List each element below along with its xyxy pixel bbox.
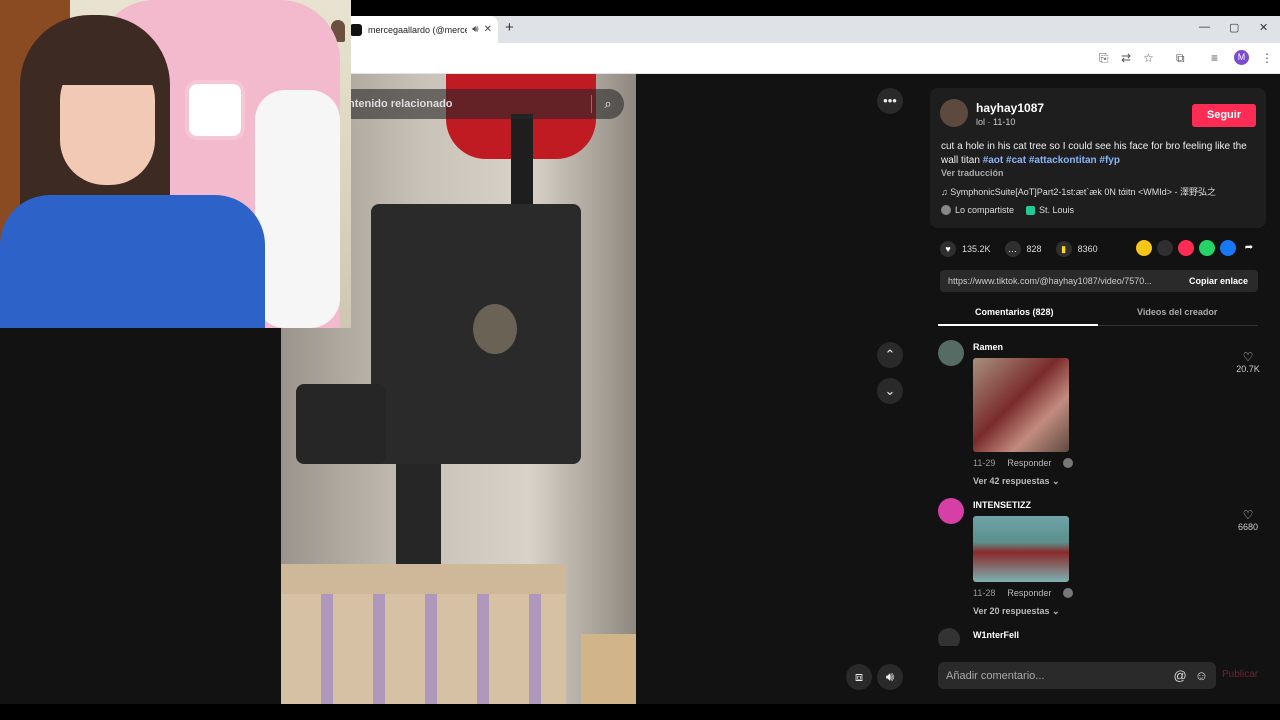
comment-item: INTENSETIZZ 11-28 Responder Ver 20 respu… [938, 498, 1268, 618]
copy-link-button[interactable]: Copiar enlace [1179, 276, 1258, 286]
hashtags[interactable]: #aot #cat #attackontitan #fyp [983, 155, 1120, 166]
send-icon[interactable] [1178, 240, 1194, 256]
save-stat[interactable]: ▮ 8360 [1055, 241, 1098, 257]
shared-avatar [941, 205, 951, 215]
reply-button[interactable]: Responder [1007, 588, 1051, 598]
menu-icon[interactable]: ⋮ [1261, 51, 1273, 65]
minimize-button[interactable]: — [1199, 21, 1210, 33]
bookmark-star-icon[interactable]: ☆ [1143, 51, 1154, 65]
profile-avatar[interactable]: M [1234, 50, 1249, 65]
commenter-name[interactable]: Ramen [973, 342, 1003, 352]
heart-icon[interactable]: ♥ [940, 241, 956, 257]
comment-image[interactable] [973, 516, 1069, 582]
streamer-shirt [0, 195, 265, 328]
video-url[interactable]: https://www.tiktok.com/@hayhay1087/video… [940, 276, 1179, 286]
heart-outline-icon[interactable]: ♡ [1228, 508, 1268, 522]
music-note-icon: ♫ [941, 187, 951, 197]
tiktok-favicon-icon [350, 23, 362, 36]
location-icon [1026, 205, 1036, 215]
like-stat[interactable]: ♥ 135.2K [940, 241, 991, 257]
creator-avatar[interactable] [940, 99, 968, 127]
related-search-bar[interactable]: ntenido relacionado ⌕ [330, 89, 624, 119]
publish-button[interactable]: Publicar [1222, 669, 1258, 680]
comment-like[interactable]: ♡ 20.7K [1228, 350, 1268, 374]
search-input[interactable]: ntenido relacionado [348, 98, 591, 110]
commenter-avatar[interactable] [938, 498, 964, 524]
share-arrow-icon[interactable]: ➦ [1241, 240, 1257, 256]
panel-tabs: Comentarios (828) Videos del creador [938, 304, 1258, 326]
more-options-button[interactable]: ••• [877, 88, 903, 114]
comment-item: W1nterFell [938, 628, 1268, 646]
post-info-card: hayhay1087 lol · 11-10 Seguir cut a hole… [930, 88, 1266, 228]
share-buttons: ➦ [1136, 240, 1257, 256]
shared-label: Lo compartiste [955, 205, 1015, 215]
creator-liked-avatar [1063, 458, 1074, 468]
comment-list[interactable]: Ramen 11-29 Responder Ver 42 respuestas … [916, 336, 1280, 646]
view-replies-button[interactable]: Ver 20 respuestas ⌄ [973, 606, 1060, 617]
reply-button[interactable]: Responder [1007, 458, 1051, 468]
maximize-button[interactable]: ▢ [1229, 21, 1239, 34]
bookmark-icon[interactable]: ▮ [1055, 241, 1072, 257]
post-panel: hayhay1087 lol · 11-10 Seguir cut a hole… [916, 74, 1280, 704]
emoji-icon[interactable]: ☺ [1195, 668, 1208, 683]
browser-tab[interactable]: mercegaallardo (@mercega 🔊︎ ✕ [344, 16, 498, 43]
music-link[interactable]: ♫ SymphonicSuite[AoT]Part2-1st:æt`æk 0N … [941, 185, 1261, 198]
chair-pillow [185, 80, 245, 140]
heart-outline-icon[interactable]: ♡ [1228, 350, 1268, 364]
comment-item: Ramen 11-29 Responder Ver 42 respuestas … [938, 340, 1268, 490]
close-tab-icon[interactable]: ✕ [484, 24, 492, 35]
search-icon[interactable]: ⌕ [592, 96, 624, 112]
webcam-overlay [0, 0, 351, 328]
mention-icon[interactable]: @ [1174, 668, 1187, 683]
embed-icon[interactable] [1157, 240, 1173, 256]
commenter-name[interactable]: W1nterFell [973, 630, 1019, 640]
translate-icon[interactable]: ⇄ [1121, 51, 1131, 65]
facebook-icon[interactable] [1220, 240, 1236, 256]
translate-link[interactable]: Ver traducción [941, 168, 1004, 178]
comment-date: 11-28 [973, 588, 996, 598]
tab-title: mercegaallardo (@mercega [368, 24, 468, 35]
post-description: cut a hole in his cat tree so I could se… [941, 141, 1247, 166]
extensions-icon[interactable]: ⧉ [1176, 51, 1185, 66]
comment-meta: 11-28 Responder [973, 588, 1074, 598]
tab-creator-videos[interactable]: Videos del creador [1137, 307, 1217, 317]
shared-row: Lo compartiste St. Louis [941, 205, 1074, 215]
view-replies-button[interactable]: Ver 42 respuestas ⌄ [973, 476, 1060, 487]
post-subtitle: lol · 11-10 [976, 117, 1016, 127]
link-box: https://www.tiktok.com/@hayhay1087/video… [940, 270, 1258, 292]
comment-icon[interactable]: … [1004, 241, 1021, 257]
location-label[interactable]: St. Louis [1039, 205, 1074, 215]
comment-like[interactable]: ♡ 6680 [1228, 508, 1268, 532]
creator-liked-avatar [1063, 588, 1074, 598]
commenter-name[interactable]: INTENSETIZZ [973, 500, 1031, 510]
media-icon[interactable]: ≡ [1211, 51, 1218, 65]
comment-date: 11-29 [973, 458, 996, 468]
comment-composer[interactable]: Añadir comentario... @ ☺ [938, 662, 1216, 689]
new-tab-button[interactable]: + [505, 19, 514, 36]
cat-tree-cube [371, 204, 581, 464]
comment-meta: 11-29 Responder [973, 458, 1074, 468]
whatsapp-icon[interactable] [1199, 240, 1215, 256]
commenter-avatar[interactable] [938, 340, 964, 366]
creator-username[interactable]: hayhay1087 [976, 101, 1044, 115]
cardboard-box [281, 594, 566, 704]
commenter-avatar[interactable] [938, 628, 960, 646]
comment-stat[interactable]: … 828 [1004, 241, 1042, 257]
comment-image[interactable] [973, 358, 1069, 452]
previous-video-button[interactable]: ⌃ [877, 342, 903, 368]
install-icon[interactable]: ⎘ [1099, 51, 1109, 66]
close-window-button[interactable]: ✕ [1259, 21, 1268, 34]
pip-icon[interactable]: ⧈ [846, 664, 872, 690]
cat-face [473, 304, 517, 354]
volume-icon[interactable]: 🔊︎ [877, 664, 903, 690]
tab-comments[interactable]: Comentarios (828) [975, 307, 1054, 317]
repost-icon[interactable] [1136, 240, 1152, 256]
next-video-button[interactable]: ⌄ [877, 378, 903, 404]
speaker-icon: 🔊︎ [472, 24, 479, 35]
comment-input[interactable]: Añadir comentario... [938, 670, 1174, 682]
screen: mercegaallardo (@mercega 🔊︎ ✕ + — ▢ ✕ ⎘ … [0, 0, 1280, 720]
follow-button[interactable]: Seguir [1192, 104, 1256, 127]
